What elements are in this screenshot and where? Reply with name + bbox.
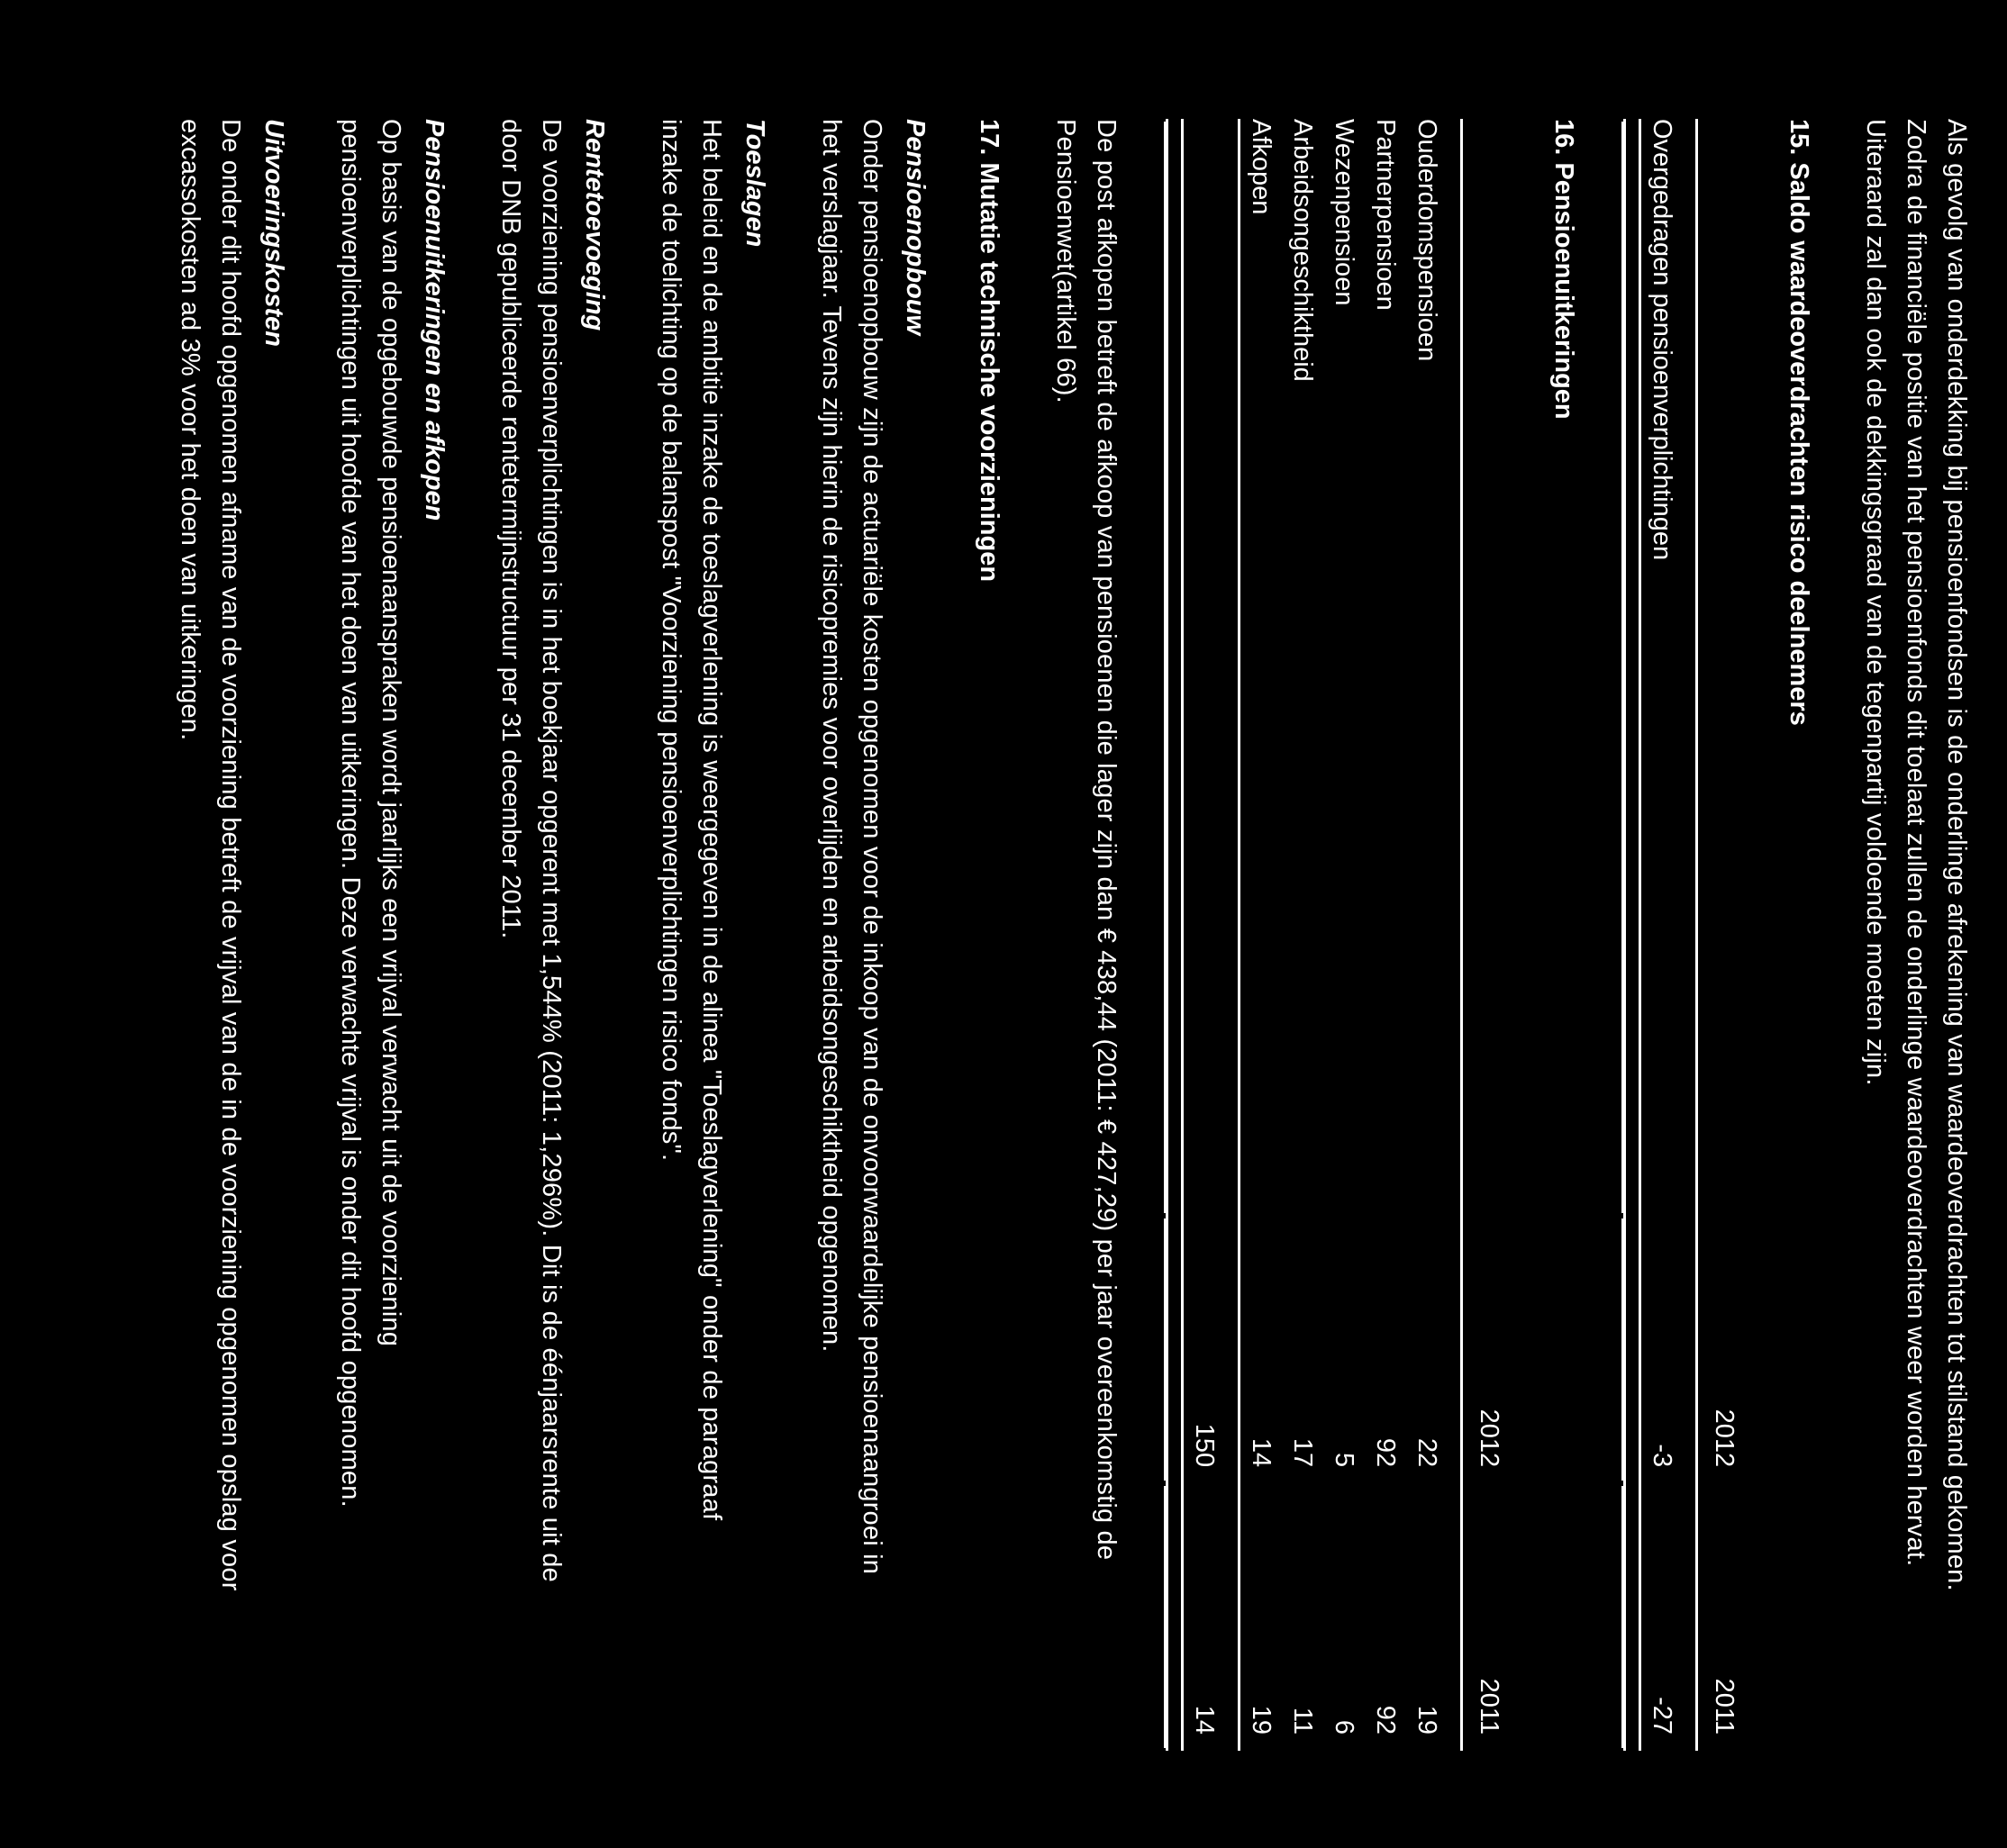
row-value-2011: 19 (1412, 1705, 1441, 1735)
rentetoevoeging-heading: Rentetoevoeging (580, 119, 609, 331)
total-label (1183, 119, 1226, 1216)
rentetoevoeging-paragraph: De voorziening pensioenverplichtingen is… (496, 119, 566, 1582)
table-header-2012: 2012 (1475, 1409, 1503, 1468)
table-pensioenuitkeringen: 2012 2011 Ouderdomspensioen 22 19 Partne… (1166, 119, 1510, 1751)
row-value-2011: 11 (1288, 1707, 1317, 1735)
row-value-2011: 19 (1247, 1705, 1276, 1735)
pensioenuitkeringen-afkopen-paragraph: Op basis van de opgebouwde pensioenaansp… (336, 119, 405, 1508)
row-value-2012: 92 (1371, 1437, 1400, 1468)
uitvoeringskosten-heading: Uitvoeringskosten (259, 119, 288, 347)
page-rotation-wrapper: Als gevolg van onderdekking bij pensioen… (0, 0, 2007, 1848)
row-value-2011: 6 (1330, 1719, 1358, 1735)
table-header-rule (1448, 119, 1462, 1751)
table-total-row: 150 14 (1183, 119, 1226, 1751)
pensioenuitkeringen-afkopen-heading: Pensioenuitkeringen en afkopen (420, 119, 449, 521)
table-total-double-rule (1167, 119, 1183, 1751)
row-label-overgedragen: Overgedragen pensioenverplichtingen (1648, 119, 1676, 561)
table-total-double-rule (1624, 119, 1640, 1751)
table-row: Ouderdomspensioen 22 19 (1406, 119, 1448, 1751)
row-value-2012: 22 (1412, 1437, 1441, 1468)
row-label-ouderdomspensioen: Ouderdomspensioen (1412, 119, 1441, 362)
table-header-2011: 2011 (1710, 1678, 1739, 1735)
section-17-heading: 17. Mutatie technische voorzieningen (975, 119, 1004, 583)
row-label-afkopen: Afkopen (1247, 119, 1276, 215)
uitvoeringskosten-paragraph: De onder dit hoofd opgenomen afname van … (176, 119, 245, 1591)
table-row: Afkopen 14 19 (1240, 119, 1283, 1751)
table-row: Overgedragen pensioenverplichtingen -3 -… (1640, 119, 1684, 1751)
table-header-rule (1683, 119, 1697, 1751)
row-label-wezenpensioen: Wezenpensioen (1330, 119, 1358, 306)
row-value-2012: 5 (1330, 1453, 1358, 1468)
toeslagen-heading: Toeslagen (740, 119, 769, 248)
row-value-2012: 14 (1247, 1437, 1276, 1468)
table-header-2012: 2012 (1710, 1409, 1739, 1468)
row-value-2012: 17 (1288, 1437, 1317, 1468)
table-row: Arbeidsongeschiktheid 17 11 (1282, 119, 1323, 1751)
intro-paragraph: Als gevolg van onderdekking bij pensioen… (1861, 119, 1971, 1591)
table-subtotal-rule (1225, 119, 1240, 1751)
toeslagen-paragraph: Het beleid en de ambitie inzake de toesl… (657, 119, 726, 1521)
table-header-2011: 2011 (1475, 1678, 1503, 1735)
table-header-label (1462, 119, 1511, 1216)
row-label-partnerpensioen: Partnerpensioen (1371, 119, 1400, 311)
table-header-label (1697, 119, 1746, 1216)
section-15-heading: 15. Saldo waardeoverdrachten risico deel… (1785, 119, 1813, 726)
total-value-2011: 14 (1190, 1705, 1219, 1735)
section-16-heading: 16. Pensioenuitkeringen (1549, 119, 1578, 420)
table-row: Wezenpensioen 5 6 (1323, 119, 1365, 1751)
afkopen-note-paragraph: De post afkopen betreft de afkoop van pe… (1051, 119, 1121, 1561)
row-value-2011: -27 (1648, 1697, 1676, 1735)
row-value-2012: -3 (1648, 1444, 1676, 1468)
table-row: Partnerpensioen 92 92 (1365, 119, 1406, 1751)
table-header-row: 2012 2011 (1462, 119, 1511, 1751)
table-saldo-waardeoverdrachten: 2012 2011 Overgedragen pensioenverplicht… (1623, 119, 1745, 1751)
row-value-2011: 92 (1371, 1705, 1400, 1735)
total-value-2012: 150 (1190, 1423, 1219, 1468)
table-header-row: 2012 2011 (1697, 119, 1746, 1751)
scanned-document-page: Als gevolg van onderdekking bij pensioen… (0, 0, 2007, 1848)
pensioenopbouw-paragraph: Onder pensioenopbouw zijn de actuariële … (817, 119, 886, 1575)
pensioenopbouw-heading: Pensioenopbouw (901, 119, 930, 336)
row-label-arbeidsongeschiktheid: Arbeidsongeschiktheid (1288, 119, 1317, 382)
